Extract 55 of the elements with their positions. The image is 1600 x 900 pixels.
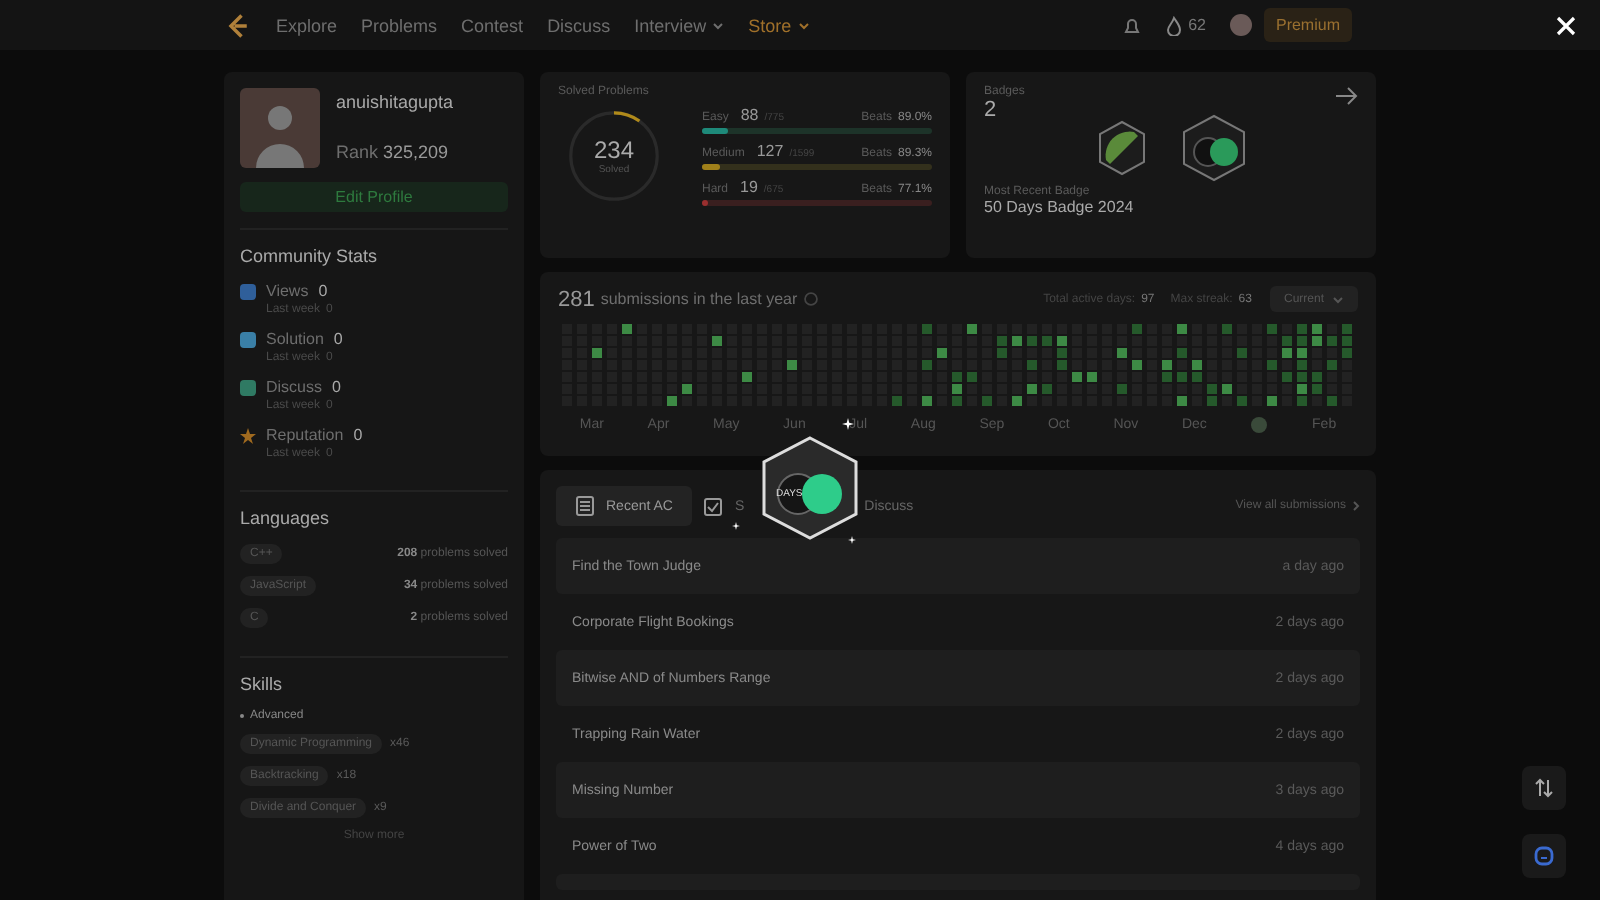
- chat-button[interactable]: [1522, 834, 1566, 878]
- nav-link[interactable]: Explore: [276, 15, 338, 35]
- nav-link[interactable]: Problems: [361, 15, 438, 35]
- flame-icon: [1166, 15, 1183, 35]
- solved-count: 88: [740, 106, 759, 124]
- stat-label: Reputation: [266, 426, 344, 444]
- nav-link[interactable]: Interview: [634, 15, 725, 35]
- arrow-right-icon[interactable]: [1334, 86, 1358, 106]
- badge-icon: [1097, 120, 1145, 176]
- stat-value: 0: [333, 330, 343, 348]
- smile-icon: [1534, 846, 1554, 866]
- nav-link[interactable]: Store: [748, 15, 810, 35]
- solved-total: 234: [593, 136, 635, 164]
- stat-value: 0: [332, 378, 341, 396]
- swap-button[interactable]: [1522, 766, 1566, 810]
- swap-icon: [1534, 778, 1554, 798]
- views-icon: [240, 283, 256, 299]
- submission-count: 281: [558, 287, 595, 311]
- caret-icon: [1332, 293, 1344, 305]
- nav-link[interactable]: Contest: [461, 15, 524, 35]
- premium-button[interactable]: Premium: [1263, 8, 1352, 42]
- stat-label: Discuss: [266, 378, 323, 396]
- solved-count: 19: [740, 178, 758, 196]
- bell-icon[interactable]: [1122, 15, 1143, 35]
- logo-icon[interactable]: [224, 11, 252, 39]
- section-title: Languages: [240, 508, 332, 528]
- avatar[interactable]: [1229, 14, 1252, 36]
- avatar: [240, 88, 320, 168]
- reputation-icon: [240, 427, 256, 443]
- discuss-icon: [240, 379, 256, 395]
- submission-label: submissions in the last year: [600, 290, 798, 308]
- sparkle-icon: [848, 536, 856, 544]
- stat-value: 0: [353, 426, 363, 444]
- sparkle-icon: [732, 522, 740, 530]
- close-icon[interactable]: [1556, 15, 1576, 35]
- list-icon: [576, 496, 594, 516]
- stat-label: Solution: [266, 330, 324, 348]
- stat-value: 0: [318, 282, 328, 300]
- chevron-right-icon: [1352, 500, 1360, 512]
- streak-count[interactable]: 62: [1188, 16, 1206, 34]
- solved-count: 127: [756, 142, 784, 160]
- badge-icon: [1181, 114, 1245, 182]
- solution-icon: [240, 331, 256, 347]
- edit-profile-button[interactable]: Edit Profile: [240, 182, 508, 212]
- nav-link[interactable]: Discuss: [547, 15, 611, 35]
- stat-label: Views: [266, 282, 309, 300]
- badge-count: 2: [984, 98, 999, 122]
- recent-badge-name: 50 Days Badge 2024: [984, 198, 1136, 216]
- rank-value: 325,209: [383, 142, 449, 162]
- section-title: Skills: [240, 674, 285, 694]
- badge-icon: [1250, 416, 1269, 434]
- section-title: Community Stats: [240, 246, 380, 266]
- rank-label: Rank: [336, 142, 379, 162]
- checkbox-icon: [704, 497, 723, 515]
- username: anuishitagupta: [336, 92, 454, 112]
